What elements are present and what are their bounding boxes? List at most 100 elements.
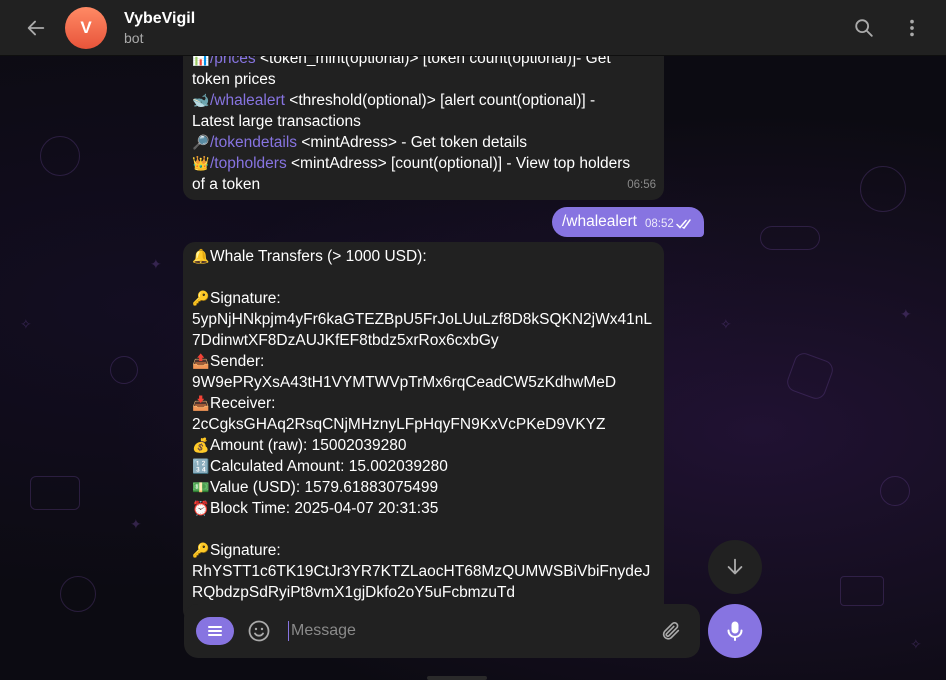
message-line: 9W9ePRyXsA43tH1VYMTWVpTrMx6rqCeadCW5zKdh… (192, 372, 655, 393)
message-line: ⏰Block Time: 2025-04-07 20:31:35 (192, 498, 655, 519)
command-link-topholders[interactable]: /topholders (210, 155, 287, 172)
bot-menu-button[interactable] (196, 617, 234, 645)
message-line: 🐋/whalealert <threshold(optional)> [aler… (192, 90, 655, 111)
message-line: RQbdzpSdRyiPt8vmX1gjDkfo2oY5uFcbmzuTd (192, 582, 655, 603)
message-bubble-outgoing[interactable]: /whalealert 08:52 (552, 207, 704, 237)
message-composer (184, 604, 700, 658)
message-text: Signature: (210, 542, 281, 559)
signature-value: 7DdinwtXF8DzAUJKfEF8tbdz5xrRox6cxbGy (192, 332, 499, 349)
message-text: <threshold(optional)> [alert count(optio… (284, 92, 596, 109)
message-bubble-help[interactable]: 📊/prices <token_mint(optional)> [token c… (183, 40, 664, 200)
background-doodle (840, 576, 884, 606)
background-doodle (40, 136, 80, 176)
background-doodle (30, 476, 80, 510)
chat-subtitle: bot (124, 29, 144, 46)
dollar-emoji-icon: 💵 (192, 479, 210, 495)
more-vertical-icon (910, 19, 914, 36)
double-check-icon (676, 219, 691, 229)
search-button[interactable] (846, 10, 882, 46)
background-doodle (784, 350, 836, 402)
sender-value: 9W9ePRyXsA43tH1VYMTWVpTrMx6rqCeadCW5zKdh… (192, 374, 617, 391)
star-doodle-icon: ✧ (720, 316, 732, 332)
message-line: 👑/topholders <mintAdress> [count(optiona… (192, 153, 655, 174)
message-time: 08:52 (644, 218, 674, 230)
search-icon (855, 18, 873, 37)
header-actions (834, 10, 930, 46)
inbox-emoji-icon: 📥 (192, 395, 210, 411)
message-line: 📥Receiver: (192, 393, 655, 414)
background-doodle (60, 576, 96, 612)
message-text: Whale Transfers (> 1000 USD): (210, 248, 427, 265)
resize-handle (427, 676, 487, 680)
star-doodle-icon: ✦ (900, 306, 912, 322)
signature-value: RhYSTT1c6TK19CtJr3YR7KTZLaocHT68MzQUMWSB… (192, 563, 651, 580)
message-text: Value (USD): 1579.61883075499 (210, 479, 439, 496)
microphone-icon (727, 621, 743, 641)
message-line: 2cCgksGHAq2RsqCNjMHznyLFpHqyFN9KxVcPKeD9… (192, 414, 655, 435)
message-text: <mintAdress> - Get token details (297, 134, 528, 151)
outgoing-message-text: /whalealert (562, 213, 637, 230)
message-time: 06:56 (627, 179, 656, 191)
message-input[interactable] (288, 621, 656, 641)
message-line: 💵Value (USD): 1579.61883075499 (192, 477, 655, 498)
key-emoji-icon: 🔑 (192, 290, 210, 306)
message-text: Block Time: 2025-04-07 20:31:35 (210, 500, 439, 517)
emoji-button[interactable] (244, 616, 274, 646)
message-text: Latest large transactions (192, 113, 361, 130)
message-line: 🔎/tokendetails <mintAdress> - Get token … (192, 132, 655, 153)
more-options-button[interactable] (894, 10, 930, 46)
background-doodle (760, 226, 820, 250)
chat-info[interactable]: VybeVigil bot (124, 10, 195, 46)
attach-button[interactable] (656, 616, 686, 646)
message-text: Receiver: (210, 395, 276, 412)
message-line: 7DdinwtXF8DzAUJKfEF8tbdz5xrRox6cxbGy (192, 330, 655, 351)
smile-icon (248, 620, 270, 642)
message-bubble-whale-transfers[interactable]: 🔔Whale Transfers (> 1000 USD): 🔑Signatur… (183, 242, 664, 622)
arrow-down-icon (727, 558, 743, 575)
key-emoji-icon: 🔑 (192, 542, 210, 558)
arrow-left-icon (27, 20, 45, 35)
paperclip-icon (662, 621, 680, 640)
crown-emoji-icon: 👑 (192, 155, 210, 171)
avatar-letter: V (80, 17, 92, 37)
message-line: 📤Sender: (192, 351, 655, 372)
magnifier-emoji-icon: 🔎 (192, 134, 210, 150)
star-doodle-icon: ✦ (150, 256, 162, 272)
message-text: Sender: (210, 353, 265, 370)
background-doodle (880, 476, 910, 506)
message-line: of a token (192, 174, 655, 195)
message-line: RhYSTT1c6TK19CtJr3YR7KTZLaocHT68MzQUMWSB… (192, 561, 655, 582)
avatar[interactable]: V (65, 6, 107, 49)
message-text: Calculated Amount: 15.002039280 (210, 458, 448, 475)
message-line: 🔔Whale Transfers (> 1000 USD): (192, 246, 655, 267)
message-line (192, 267, 655, 288)
star-doodle-icon: ✦ (130, 516, 142, 532)
background-doodle (860, 166, 906, 212)
bell-emoji-icon: 🔔 (192, 248, 210, 264)
command-link-tokendetails[interactable]: /tokendetails (210, 134, 297, 151)
signature-value: RQbdzpSdRyiPt8vmX1gjDkfo2oY5uFcbmzuTd (192, 584, 516, 601)
menu-icon (208, 626, 222, 636)
outbox-emoji-icon: 📤 (192, 353, 210, 369)
star-doodle-icon: ✧ (910, 636, 922, 652)
scroll-to-bottom-button[interactable] (708, 540, 762, 594)
alarm-clock-emoji-icon: ⏰ (192, 500, 210, 516)
command-link-whalealert[interactable]: /whalealert (210, 92, 285, 109)
star-doodle-icon: ✧ (20, 316, 32, 332)
receiver-value: 2cCgksGHAq2RsqCNjMHznyLFpHqyFN9KxVcPKeD9… (192, 416, 606, 433)
message-line: 💰Amount (raw): 15002039280 (192, 435, 655, 456)
message-line: 🔢Calculated Amount: 15.002039280 (192, 456, 655, 477)
voice-record-button[interactable] (708, 604, 762, 658)
message-text: <mintAdress> [count(optional)] - View to… (286, 155, 631, 172)
message-line: 🔑Signature: (192, 540, 655, 561)
message-line: token prices (192, 69, 655, 90)
message-line: 🔑Signature: (192, 288, 655, 309)
message-line: 5ypNjHNkpjm4yFr6kaGTEZBpU5FrJoLUuLzf8D8k… (192, 309, 655, 330)
numbers-emoji-icon: 🔢 (192, 458, 210, 474)
message-text: token prices (192, 71, 276, 88)
money-bag-emoji-icon: 💰 (192, 437, 210, 453)
back-button[interactable] (18, 10, 54, 46)
chat-header: V VybeVigil bot (0, 0, 946, 56)
message-text: of a token (192, 176, 261, 193)
chat-title: VybeVigil (124, 9, 196, 27)
